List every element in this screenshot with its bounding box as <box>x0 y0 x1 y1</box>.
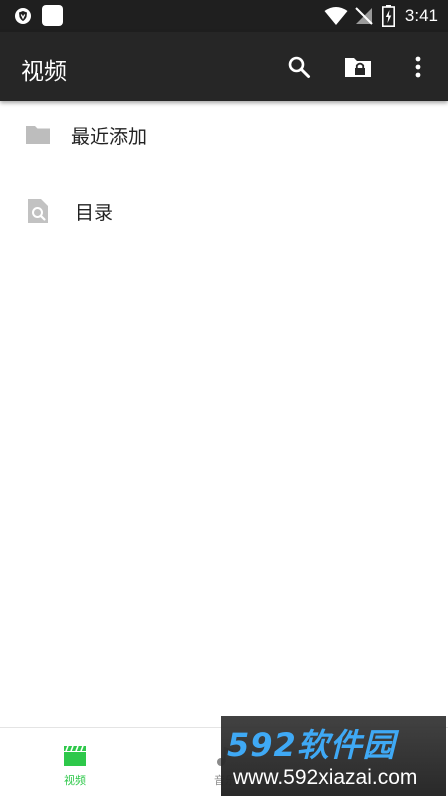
battery-charging-icon <box>382 5 395 27</box>
list-item-label: 目录 <box>75 202 114 224</box>
search-button[interactable] <box>282 50 316 84</box>
no-signal-icon <box>355 7 373 25</box>
more-vert-icon <box>415 56 421 78</box>
search-icon <box>288 56 310 78</box>
folder-icon <box>26 126 50 144</box>
app-notification-icon <box>42 5 63 26</box>
tab-video[interactable]: 视频 <box>35 728 115 799</box>
tab-video-label: 视频 <box>64 774 86 787</box>
clock: 3:41 <box>404 6 438 25</box>
overflow-menu-button[interactable] <box>401 50 435 84</box>
page-title: 视频 <box>21 59 67 85</box>
shield-notification-icon <box>15 8 31 24</box>
watermark-url: www.592xiazai.com <box>233 766 418 789</box>
list-item-directory[interactable]: 目录 <box>0 176 448 246</box>
watermark-brand: 592软件园 <box>227 726 396 764</box>
wifi-icon <box>324 7 348 25</box>
private-folder-button[interactable] <box>341 50 375 84</box>
lock-folder-icon <box>345 58 371 77</box>
list-item-label: 最近添加 <box>71 126 148 148</box>
site-watermark: 592软件园 www.592xiazai.com <box>221 716 446 796</box>
file-search-icon <box>28 199 48 223</box>
status-bar: 3:41 <box>0 0 448 32</box>
list-item-recent[interactable]: 最近添加 <box>0 99 448 169</box>
app-bar: 视频 <box>0 32 448 101</box>
video-clapper-icon <box>64 745 86 766</box>
